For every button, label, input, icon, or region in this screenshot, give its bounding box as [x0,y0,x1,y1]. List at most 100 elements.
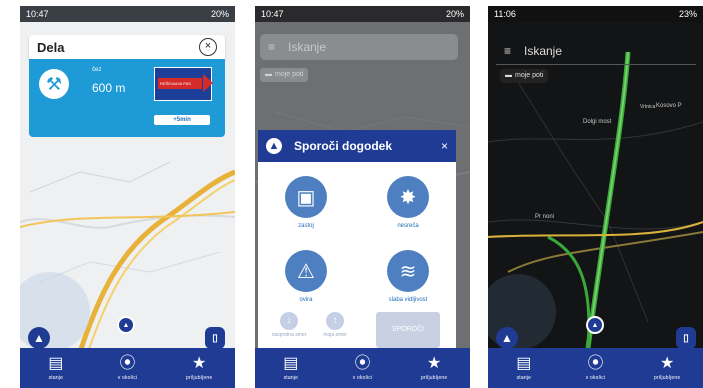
status-time: 11:06 [494,9,516,19]
option-slaba-vidljivost[interactable]: ≋ slaba vidljivost [368,250,448,303]
event-card[interactable]: Dela × ⚒ čez 600 m REŠEVALNI PAS +5min [29,35,225,137]
event-card-body: ⚒ čez 600 m REŠEVALNI PAS +5min [29,59,225,137]
nav-item-stanje[interactable]: ▤ stanje [20,348,92,388]
direction-label: moja smer [323,332,347,338]
direction-mine[interactable]: ↑ moja smer [316,312,354,338]
my-routes-chip[interactable]: ▬ moje poti [500,69,549,83]
report-button[interactable]: SPOROČI [376,312,440,348]
nav-item-stanje[interactable]: ▤ stanje [488,348,560,388]
document-icon: ▤ [283,354,299,372]
report-event-button[interactable]: ▲ [28,327,50,349]
map-label-dolgi-most: Dolgi most [583,119,612,125]
nav-item-v-okolici[interactable]: ⦿ v okolici [560,348,632,388]
delay-badge: +5min [154,115,210,125]
accident-icon: ✸ [387,176,429,218]
option-label: zastoj [298,223,314,229]
document-icon: ▤ [48,354,64,372]
search-input[interactable]: Iskanje [524,44,562,58]
status-battery: 20% [445,9,464,19]
distance-value: 600 m [92,81,126,95]
nav-item-v-okolici[interactable]: ⦿ v okolici [327,348,399,388]
location-icon: ⦿ [354,354,371,372]
status-time: 10:47 [261,9,284,19]
screen-event-card: 10:47 20% Dela × ⚒ čez 600 m REŠEVALNI P… [20,6,235,388]
location-icon: ⦿ [119,354,136,372]
status-battery: 20% [210,9,229,19]
search-bar[interactable]: ≡ Iskanje [496,38,696,65]
star-icon: ★ [660,354,675,372]
phone-icon[interactable]: ▯ [205,327,225,349]
status-bar: 10:47 20% [255,6,470,22]
option-label: slaba vidljivost [388,297,428,303]
star-icon: ★ [192,354,207,372]
my-routes-chip[interactable]: ▬ moje poti [260,68,309,82]
warning-icon: ▲ [501,331,513,345]
nav-item-priljubljene[interactable]: ★ priljubljene [398,348,470,388]
document-icon: ▤ [516,354,532,372]
screen-map-dark: 11:06 23% Dolgi most Kosovo P Vrtnica Pr… [488,6,703,388]
map-label-pr-noni: Pr noni [535,214,555,220]
option-label: ovira [299,297,313,303]
close-icon[interactable]: × [199,38,217,56]
option-nesreca[interactable]: ✸ nesreča [368,176,448,229]
nav-label: priljubljene [186,374,213,381]
event-card-title: Dela [37,39,65,55]
menu-icon[interactable]: ≡ [504,45,516,57]
close-icon[interactable]: × [441,139,448,153]
option-zastoj[interactable]: ▣ zastoj [266,176,346,229]
distance-label: čez [92,67,102,73]
nav-label: stanje [516,374,532,381]
nav-label: v okolici [585,374,606,381]
nav-label: stanje [48,374,64,381]
nav-label: v okolici [352,374,373,381]
search-input[interactable]: Iskanje [288,40,326,54]
arrow-down-icon: ↓ [280,312,298,330]
status-bar: 10:47 20% [20,6,235,22]
star-icon: ★ [427,354,442,372]
status-time: 10:47 [26,9,49,19]
map-label-kosovo: Kosovo P [656,103,682,109]
fog-icon: ≋ [387,250,429,292]
option-ovira[interactable]: ⚠ ovira [266,250,346,303]
search-bar[interactable]: ≡ Iskanje [260,34,458,60]
car-icon: ▬ [505,72,512,79]
sheet-header: ▲ Sporoči dogodek × [258,130,456,162]
arrow-up-icon: ↑ [326,312,344,330]
report-event-button[interactable]: ▲ [496,327,518,349]
option-label: nesreča [397,223,419,229]
phone-icon[interactable]: ▯ [676,327,696,349]
my-routes-label: moje poti [515,72,544,79]
report-event-sheet: ▲ Sporoči dogodek × ▣ zastoj ✸ nesreča ⚠… [258,130,456,360]
status-battery: 23% [678,9,697,19]
arrow-right-icon [203,74,213,92]
traffic-jam-icon: ▣ [285,176,327,218]
nav-label: stanje [283,374,299,381]
nav-item-stanje[interactable]: ▤ stanje [255,348,327,388]
nav-label: v okolici [117,374,138,381]
status-bar: 11:06 23% [488,6,703,22]
event-card-header: Dela × [29,35,225,59]
rescue-lane-text: REŠEVALNI PAS [158,78,202,89]
location-icon: ⦿ [587,354,604,372]
roadwork-icon: ⚒ [39,69,69,99]
warning-icon: ▲ [33,331,45,345]
screen-report-event: 10:47 20% ≡ Iskanje ▬ moje poti ▲ Sporoči… [255,6,470,388]
direction-label: nasprotna smer [271,332,307,338]
current-location-icon: ▲ [586,316,604,334]
bottom-nav: ▤ stanje ⦿ v okolici ★ priljubljene [255,348,470,388]
car-icon: ▬ [265,71,272,78]
map-label-vrtnica: Vrtnica [640,104,656,110]
rescue-lane-sign: REŠEVALNI PAS [154,67,213,101]
nav-item-v-okolici[interactable]: ⦿ v okolici [92,348,164,388]
nav-label: priljubljene [654,374,681,381]
menu-icon[interactable]: ≡ [268,41,280,53]
current-location-icon: ▲ [117,316,135,334]
sheet-body: ▣ zastoj ✸ nesreča ⚠ ovira ≋ slaba vidlj… [258,162,456,360]
warning-icon: ⚠ [285,250,327,292]
nav-item-priljubljene[interactable]: ★ priljubljene [631,348,703,388]
direction-opposite[interactable]: ↓ nasprotna smer [270,312,308,338]
my-routes-label: moje poti [275,71,304,78]
sheet-title: Sporoči dogodek [294,139,393,153]
bottom-nav: ▤ stanje ⦿ v okolici ★ priljubljene [20,348,235,388]
nav-item-priljubljene[interactable]: ★ priljubljene [163,348,235,388]
